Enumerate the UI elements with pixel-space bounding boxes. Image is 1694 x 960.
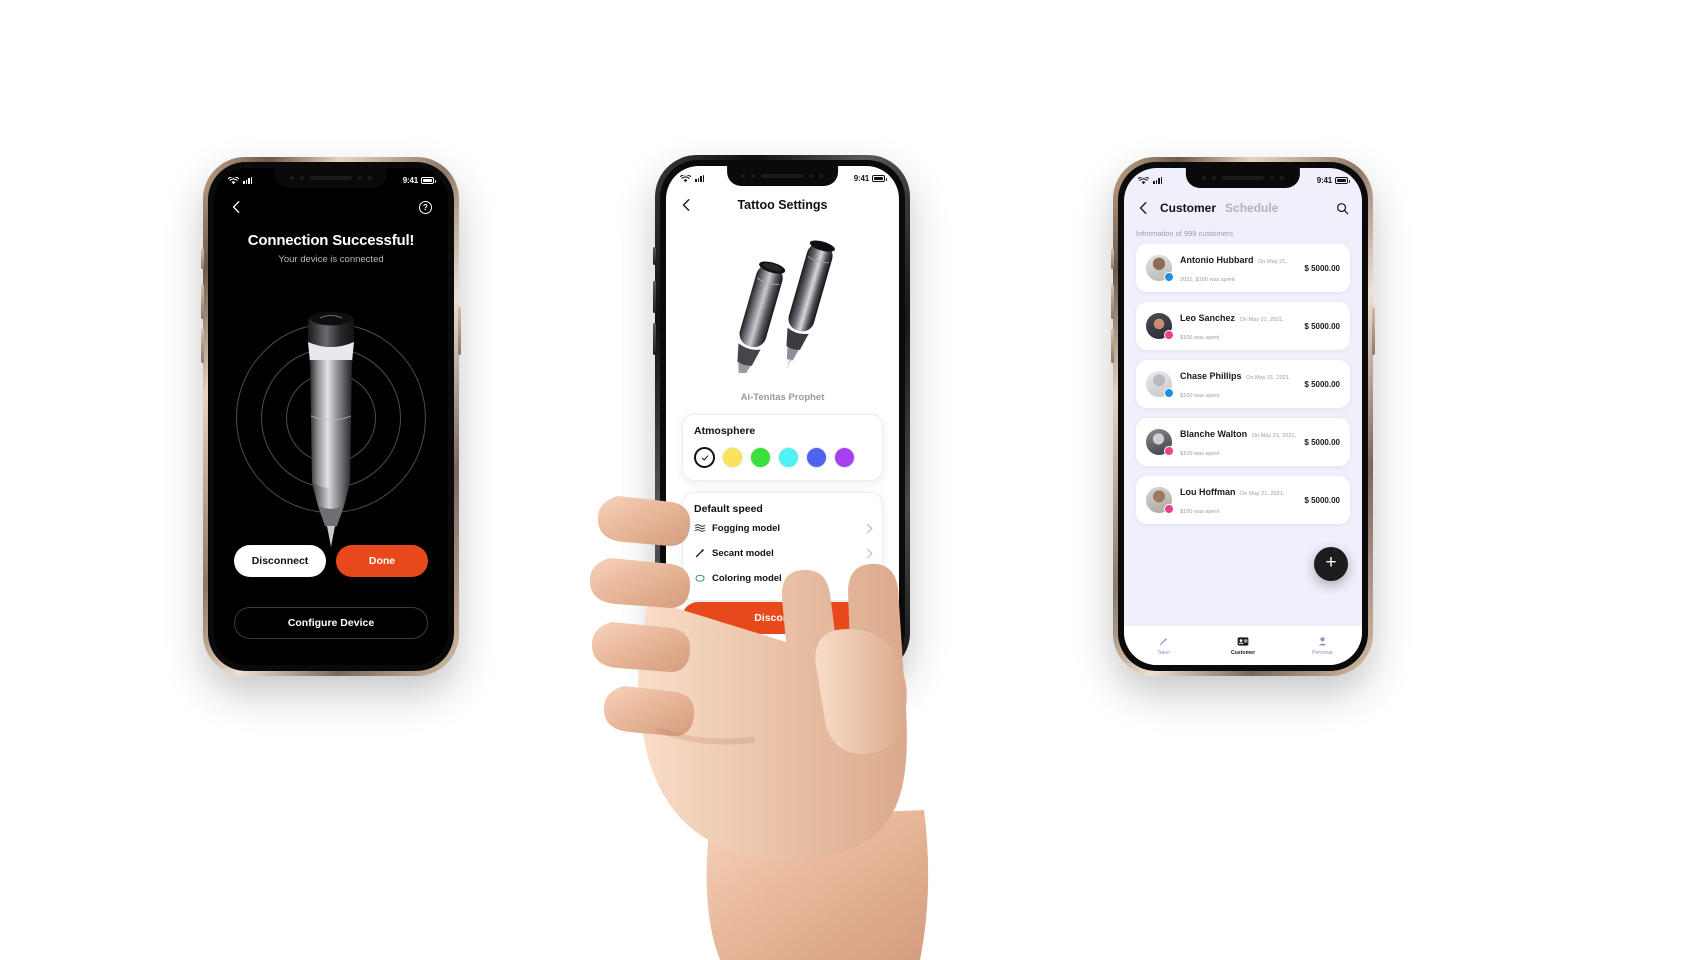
customer-amount: $ 5000.00 xyxy=(1304,263,1340,273)
tab-bar-item-customer[interactable]: Customer xyxy=(1203,635,1282,656)
configure-device-button[interactable]: Configure Device xyxy=(234,607,428,639)
customer-row[interactable]: Lou Hoffman On May 21, 2021, $100 was sp… xyxy=(1136,476,1350,524)
phone-connection-successful: 9:41 ? Connection Successful! Your devic… xyxy=(201,157,461,676)
customer-row[interactable]: Antonio Hubbard On May 21, 2021, $100 wa… xyxy=(1136,244,1350,292)
person-icon xyxy=(1283,635,1362,648)
customer-name: Leo Sanchez xyxy=(1180,313,1236,323)
avatar xyxy=(1146,313,1174,340)
customer-amount: $ 5000.00 xyxy=(1304,379,1340,389)
front-camera-icon xyxy=(1269,176,1274,180)
phone2-notch xyxy=(726,166,839,186)
wifi-icon xyxy=(680,174,691,182)
front-camera-icon xyxy=(809,174,814,178)
status-time: 9:41 xyxy=(1316,176,1332,185)
proximity-icon xyxy=(1279,176,1284,180)
verified-badge xyxy=(1164,272,1174,282)
front-camera-icon xyxy=(358,176,362,180)
page-title: Tattoo Settings xyxy=(737,198,828,212)
phone1-power-button[interactable] xyxy=(458,307,461,355)
avatar xyxy=(1146,487,1174,514)
wifi-icon xyxy=(1138,176,1149,184)
tab-bar-item-tatoo[interactable]: Tatoo xyxy=(1124,635,1203,656)
customer-name: Lou Hoffman xyxy=(1180,487,1236,497)
add-customer-button[interactable]: + xyxy=(1314,547,1348,581)
tab-bar-item-personal[interactable]: Personal xyxy=(1283,635,1362,656)
sensor-icon xyxy=(300,176,304,180)
back-arrow-icon[interactable] xyxy=(1137,201,1151,215)
battery-icon xyxy=(1335,177,1350,184)
phone1-navbar: ? xyxy=(214,194,448,220)
phone3-notch xyxy=(1185,168,1301,188)
sensor-icon xyxy=(1211,176,1216,180)
phone3-screen: 9:41 Customer Schedule Information of 99… xyxy=(1124,168,1362,665)
customer-amount: $ 5000.00 xyxy=(1304,495,1340,505)
bottom-tab-bar: Tatoo Customer Personal xyxy=(1124,625,1362,665)
camera-icon xyxy=(290,176,294,180)
search-icon[interactable] xyxy=(1336,202,1349,215)
avatar xyxy=(1146,255,1174,282)
star-badge xyxy=(1164,504,1174,514)
customer-amount: $ 5000.00 xyxy=(1304,437,1340,447)
proximity-icon xyxy=(368,176,372,180)
battery-icon xyxy=(872,175,887,182)
done-button[interactable]: Done xyxy=(336,545,428,577)
phone2-mute-switch[interactable] xyxy=(653,247,656,265)
customer-row[interactable]: Leo Sanchez On May 21, 2021, $100 was sp… xyxy=(1136,302,1350,350)
phone1-volume-up[interactable] xyxy=(201,285,204,319)
disconnect-button[interactable]: Disconnect xyxy=(234,545,326,577)
hand-holding-phone-image xyxy=(590,496,929,960)
customer-count-info: Information of 999 customers xyxy=(1124,224,1362,242)
back-arrow-icon[interactable] xyxy=(230,200,244,214)
proximity-icon xyxy=(819,174,824,178)
speaker-icon xyxy=(1221,176,1264,180)
camera-icon xyxy=(741,174,746,178)
customer-name: Chase Phillips xyxy=(1180,371,1242,381)
battery-icon xyxy=(421,177,436,184)
customer-row[interactable]: Chase Phillips On May 21, 2021, $100 was… xyxy=(1136,360,1350,408)
speaker-icon xyxy=(310,176,352,180)
tab-schedule[interactable]: Schedule xyxy=(1225,201,1278,215)
signal-icon xyxy=(695,175,705,182)
customer-name: Blanche Walton xyxy=(1180,429,1248,439)
help-circle-icon[interactable]: ? xyxy=(419,200,432,214)
phone2-navbar: Tattoo Settings xyxy=(666,192,899,218)
phone-customer-list: 9:41 Customer Schedule Information of 99… xyxy=(1111,157,1375,676)
avatar xyxy=(1146,371,1174,398)
phone1-action-buttons: Disconnect Done xyxy=(234,545,428,577)
verified-badge xyxy=(1164,388,1174,398)
customer-amount: $ 5000.00 xyxy=(1304,321,1340,331)
tattoo-pen-image xyxy=(308,312,354,547)
signal-icon xyxy=(243,177,253,184)
camera-icon xyxy=(1201,176,1206,180)
page-title: Connection Successful! xyxy=(247,232,415,249)
customer-row[interactable]: Blanche Walton On May 21, 2021, $100 was… xyxy=(1136,418,1350,466)
star-badge xyxy=(1164,446,1174,456)
page-subtitle: Your device is connected xyxy=(278,254,384,265)
phone3-mute-switch[interactable] xyxy=(1111,249,1114,269)
signal-icon xyxy=(1153,177,1163,184)
phone1-notch xyxy=(274,168,388,188)
status-time: 9:41 xyxy=(402,176,418,185)
sensor-icon xyxy=(751,174,756,178)
phone3-volume-up[interactable] xyxy=(1111,285,1114,319)
tab-customer[interactable]: Customer xyxy=(1160,201,1216,215)
avatar xyxy=(1146,429,1174,456)
phone1-screen: 9:41 ? Connection Successful! Your devic… xyxy=(214,168,448,665)
customer-name: Antonio Hubbard xyxy=(1180,255,1254,265)
customer-card-icon xyxy=(1203,635,1282,648)
wifi-icon xyxy=(228,176,239,184)
tab-bar-label: Tatoo xyxy=(1157,650,1171,656)
phone3-power-button[interactable] xyxy=(1372,307,1375,355)
phone3-volume-down[interactable] xyxy=(1111,329,1114,363)
tab-bar-label: Customer xyxy=(1230,650,1256,656)
tab-bar-label: Personal xyxy=(1312,650,1333,656)
tattoo-pen-icon xyxy=(1124,635,1203,648)
speaker-icon xyxy=(761,174,804,178)
phone1-volume-down[interactable] xyxy=(201,329,204,363)
star-badge xyxy=(1164,330,1174,340)
status-time: 9:41 xyxy=(853,174,869,183)
phone3-navbar: Customer Schedule xyxy=(1124,194,1362,222)
phone1-mute-switch[interactable] xyxy=(201,249,204,269)
